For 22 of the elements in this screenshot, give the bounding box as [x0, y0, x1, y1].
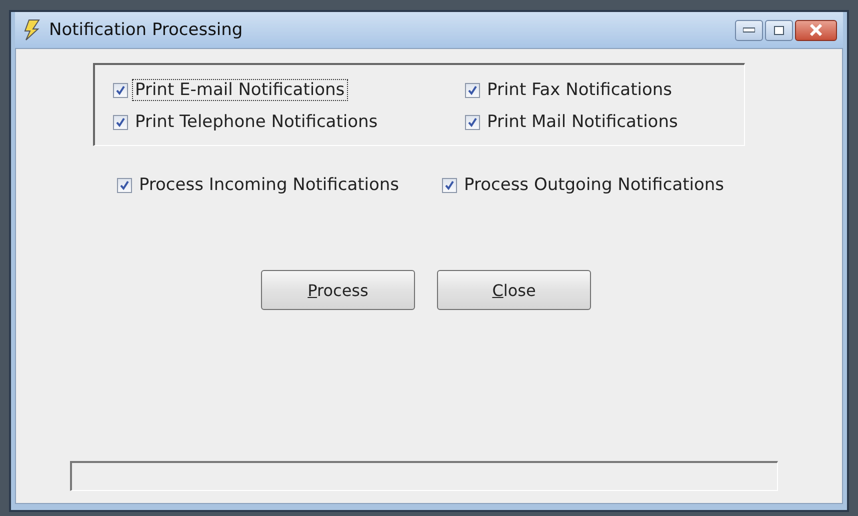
- checkbox[interactable]: [113, 82, 128, 98]
- checkbox-label[interactable]: Process Incoming Notifications: [136, 174, 402, 196]
- checkbox[interactable]: [465, 114, 480, 130]
- checkbox[interactable]: [465, 82, 480, 98]
- minimize-button[interactable]: [735, 20, 763, 40]
- maximize-button[interactable]: [765, 20, 793, 40]
- close-button[interactable]: [795, 20, 837, 40]
- dialog-button[interactable]: Process: [261, 270, 415, 310]
- checkbox-label[interactable]: Print Telephone Notifications: [132, 111, 381, 133]
- close-icon: [809, 24, 823, 36]
- lightning-icon: [23, 19, 41, 41]
- checkbox-label[interactable]: Process Outgoing Notifications: [461, 174, 728, 196]
- window-title: Notification Processing: [49, 20, 244, 40]
- checkbox[interactable]: [442, 178, 458, 192]
- checkbox-label[interactable]: Print Fax Notifications: [484, 79, 676, 101]
- maximize-icon: [774, 26, 784, 34]
- checkbox-label[interactable]: Print Mail Notifications: [484, 111, 681, 133]
- dialog-button[interactable]: Close: [437, 270, 591, 310]
- checkbox[interactable]: [113, 114, 128, 130]
- checkbox-label[interactable]: Print E-mail Notifications: [132, 79, 348, 101]
- checkbox[interactable]: [116, 178, 132, 192]
- minimize-icon: [743, 27, 755, 33]
